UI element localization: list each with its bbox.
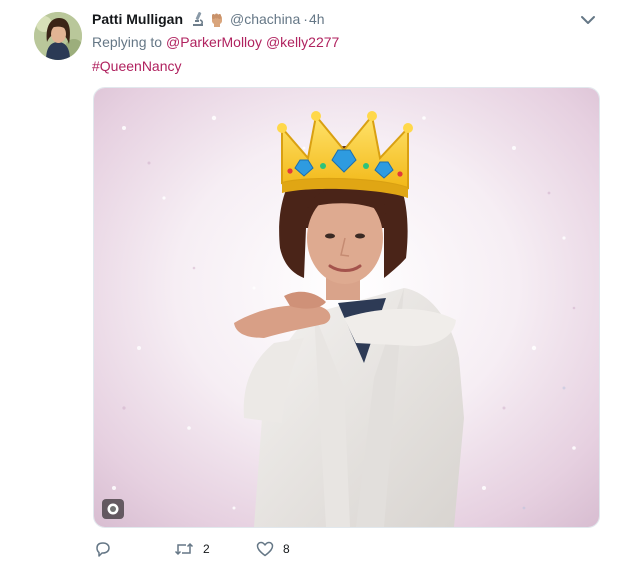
retweet-button[interactable]: 2 [174, 540, 210, 558]
avatar[interactable] [34, 12, 82, 60]
more-options-chevron-down-icon[interactable] [578, 10, 598, 30]
retweet-count: 2 [203, 542, 210, 556]
replying-to-line: Replying to @ParkerMolloy @kelly2277 [92, 34, 339, 50]
replying-to-label: Replying to [92, 34, 163, 50]
separator-dot: · [303, 11, 308, 27]
tweet-gif-media[interactable] [93, 87, 600, 528]
mention-link[interactable]: @kelly2277 [266, 34, 339, 50]
tweet-card[interactable]: Patti Mulligan @chachina · 4h Replying t… [0, 0, 634, 565]
author-handle[interactable]: @chachina [230, 11, 300, 27]
mention-link[interactable]: @ParkerMolloy [166, 34, 262, 50]
hashtag-link[interactable]: #QueenNancy [92, 58, 182, 74]
tweet-timestamp[interactable]: 4h [309, 11, 325, 27]
tweet-header: Patti Mulligan @chachina · 4h [92, 9, 325, 29]
reply-icon [96, 542, 110, 557]
author-name[interactable]: Patti Mulligan [92, 11, 183, 27]
like-button[interactable]: 8 [256, 540, 290, 558]
avatar-photo [34, 12, 82, 60]
gif-image [94, 88, 599, 527]
name-emoji-badges [190, 10, 226, 28]
gif-play-icon[interactable] [102, 499, 124, 519]
retweet-icon [174, 542, 194, 556]
heart-icon [256, 541, 274, 557]
raised-fist-icon [212, 13, 222, 27]
like-count: 8 [283, 542, 290, 556]
microscope-icon [193, 12, 204, 26]
reply-button[interactable] [94, 540, 121, 558]
